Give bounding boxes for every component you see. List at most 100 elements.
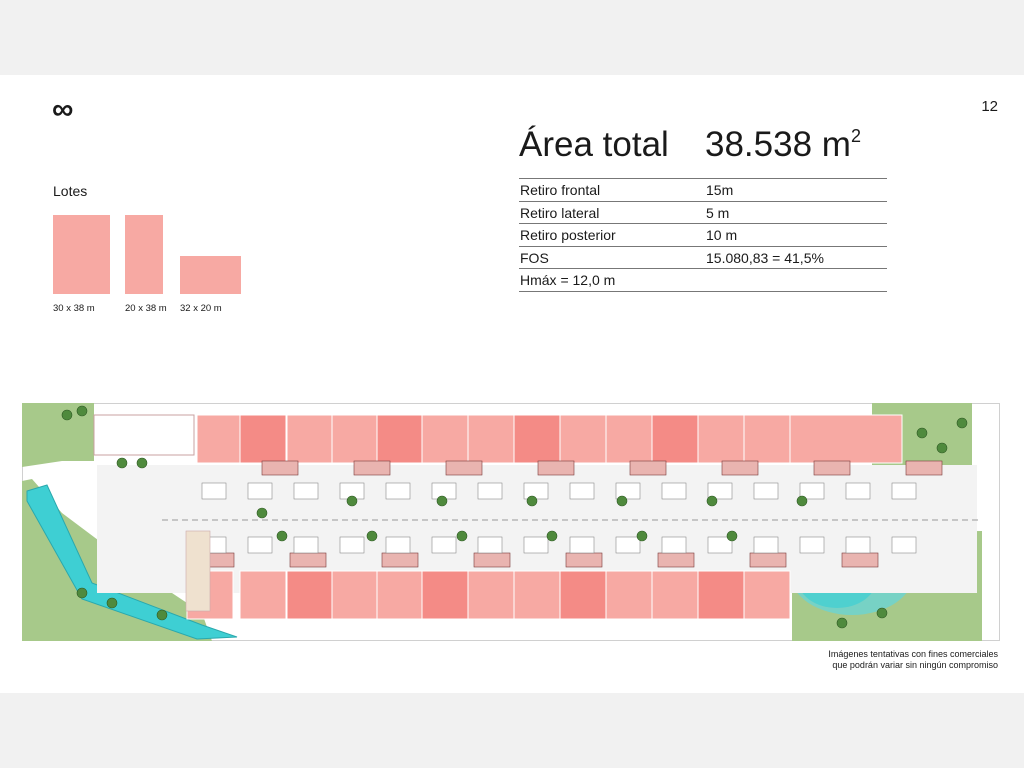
lot-top	[467, 414, 515, 464]
lot-label: 20 x 38 m	[125, 303, 167, 314]
house-top	[721, 460, 759, 476]
spec-row: Retiro posterior 10 m	[519, 223, 887, 246]
lot-bottom	[651, 570, 699, 620]
parking-bottom	[339, 536, 365, 554]
lot-top	[421, 414, 469, 464]
site-plan-drawing	[22, 403, 1000, 641]
house-bottom	[841, 552, 879, 568]
spec-row: FOS 15.080,83 = 41,5%	[519, 245, 887, 269]
house-top	[261, 460, 299, 476]
lotes-title: Lotes	[53, 183, 88, 199]
house-bottom	[289, 552, 327, 568]
lot-top	[651, 414, 699, 464]
spec-value: 15.080,83 = 41,5%	[705, 245, 887, 269]
tree	[456, 530, 468, 542]
parking-top	[477, 482, 503, 500]
spec-value: 5 m	[705, 200, 887, 224]
lot-bottom	[376, 570, 424, 620]
parking-bottom	[799, 536, 825, 554]
house-bottom	[565, 552, 603, 568]
lot-label: 32 x 20 m	[180, 303, 222, 314]
tree	[796, 495, 808, 507]
site-plan	[22, 403, 1000, 641]
parking-bottom	[385, 536, 411, 554]
house-top	[813, 460, 851, 476]
tree	[956, 417, 968, 429]
parking-bottom	[431, 536, 457, 554]
tree	[526, 495, 538, 507]
tree	[726, 530, 738, 542]
entrance-building	[93, 414, 195, 456]
tree	[876, 607, 888, 619]
lot-bottom	[239, 570, 287, 620]
tree	[116, 457, 128, 469]
parking-top	[247, 482, 273, 500]
spec-key: Retiro frontal	[519, 178, 705, 201]
lot-swatch-32x20	[180, 256, 241, 294]
spec-key: Hmáx = 12,0 m	[519, 268, 705, 292]
parking-bottom	[891, 536, 917, 554]
house-bottom	[749, 552, 787, 568]
lot-bottom	[467, 570, 515, 620]
area-total-label: Área total	[519, 125, 669, 164]
lot-top	[196, 414, 244, 464]
spec-row: Hmáx = 12,0 m	[519, 268, 887, 292]
lot-label: 30 x 38 m	[53, 303, 95, 314]
spec-row: Retiro frontal 15m	[519, 178, 887, 201]
lot-bottom	[697, 570, 745, 620]
parking-top	[523, 482, 549, 500]
parking-bottom	[477, 536, 503, 554]
tree	[156, 609, 168, 621]
house-bottom	[657, 552, 695, 568]
tree	[76, 405, 88, 417]
tree	[706, 495, 718, 507]
spec-key: Retiro lateral	[519, 200, 705, 224]
area-unit-superscript: 2	[850, 126, 861, 146]
tree	[836, 617, 848, 629]
parking-top	[385, 482, 411, 500]
lot-top	[376, 414, 424, 464]
house-bottom	[473, 552, 511, 568]
lot-top	[286, 414, 334, 464]
lot-top	[559, 414, 607, 464]
house-top	[537, 460, 575, 476]
house-bottom	[381, 552, 419, 568]
page-number: 12	[981, 98, 998, 115]
disclaimer-line: Imágenes tentativas con fines comerciale…	[828, 649, 998, 659]
tree	[436, 495, 448, 507]
lot-bottom	[421, 570, 469, 620]
tree	[276, 530, 288, 542]
lot-bottom	[743, 570, 791, 620]
lot-top	[743, 414, 791, 464]
area-total-heading: Área total 38.538 m2	[519, 125, 861, 165]
tree	[136, 457, 148, 469]
house-top	[905, 460, 943, 476]
tree	[76, 587, 88, 599]
parking-top	[845, 482, 871, 500]
house-top	[629, 460, 667, 476]
lot-swatch-20x38	[125, 215, 163, 294]
spec-value: 10 m	[705, 223, 887, 246]
parking-bottom	[661, 536, 687, 554]
parking-bottom	[293, 536, 319, 554]
parking-top	[661, 482, 687, 500]
spec-value: 15m	[705, 178, 887, 201]
tree	[61, 409, 73, 421]
parking-bottom	[523, 536, 549, 554]
tree	[636, 530, 648, 542]
lot-top	[789, 414, 903, 464]
house-top	[445, 460, 483, 476]
tree	[616, 495, 628, 507]
parking-top	[293, 482, 319, 500]
tree	[936, 442, 948, 454]
parking-bottom	[247, 536, 273, 554]
infinity-logo-icon: ∞	[52, 93, 73, 126]
tree	[256, 507, 268, 519]
lot-bottom	[559, 570, 607, 620]
lot-bottom	[331, 570, 379, 620]
house-top	[353, 460, 391, 476]
disclaimer: Imágenes tentativas con fines comerciale…	[738, 649, 998, 671]
lot-top	[239, 414, 287, 464]
spec-key: Retiro posterior	[519, 223, 705, 246]
spec-table: Retiro frontal 15m Retiro lateral 5 m Reti…	[519, 178, 887, 292]
